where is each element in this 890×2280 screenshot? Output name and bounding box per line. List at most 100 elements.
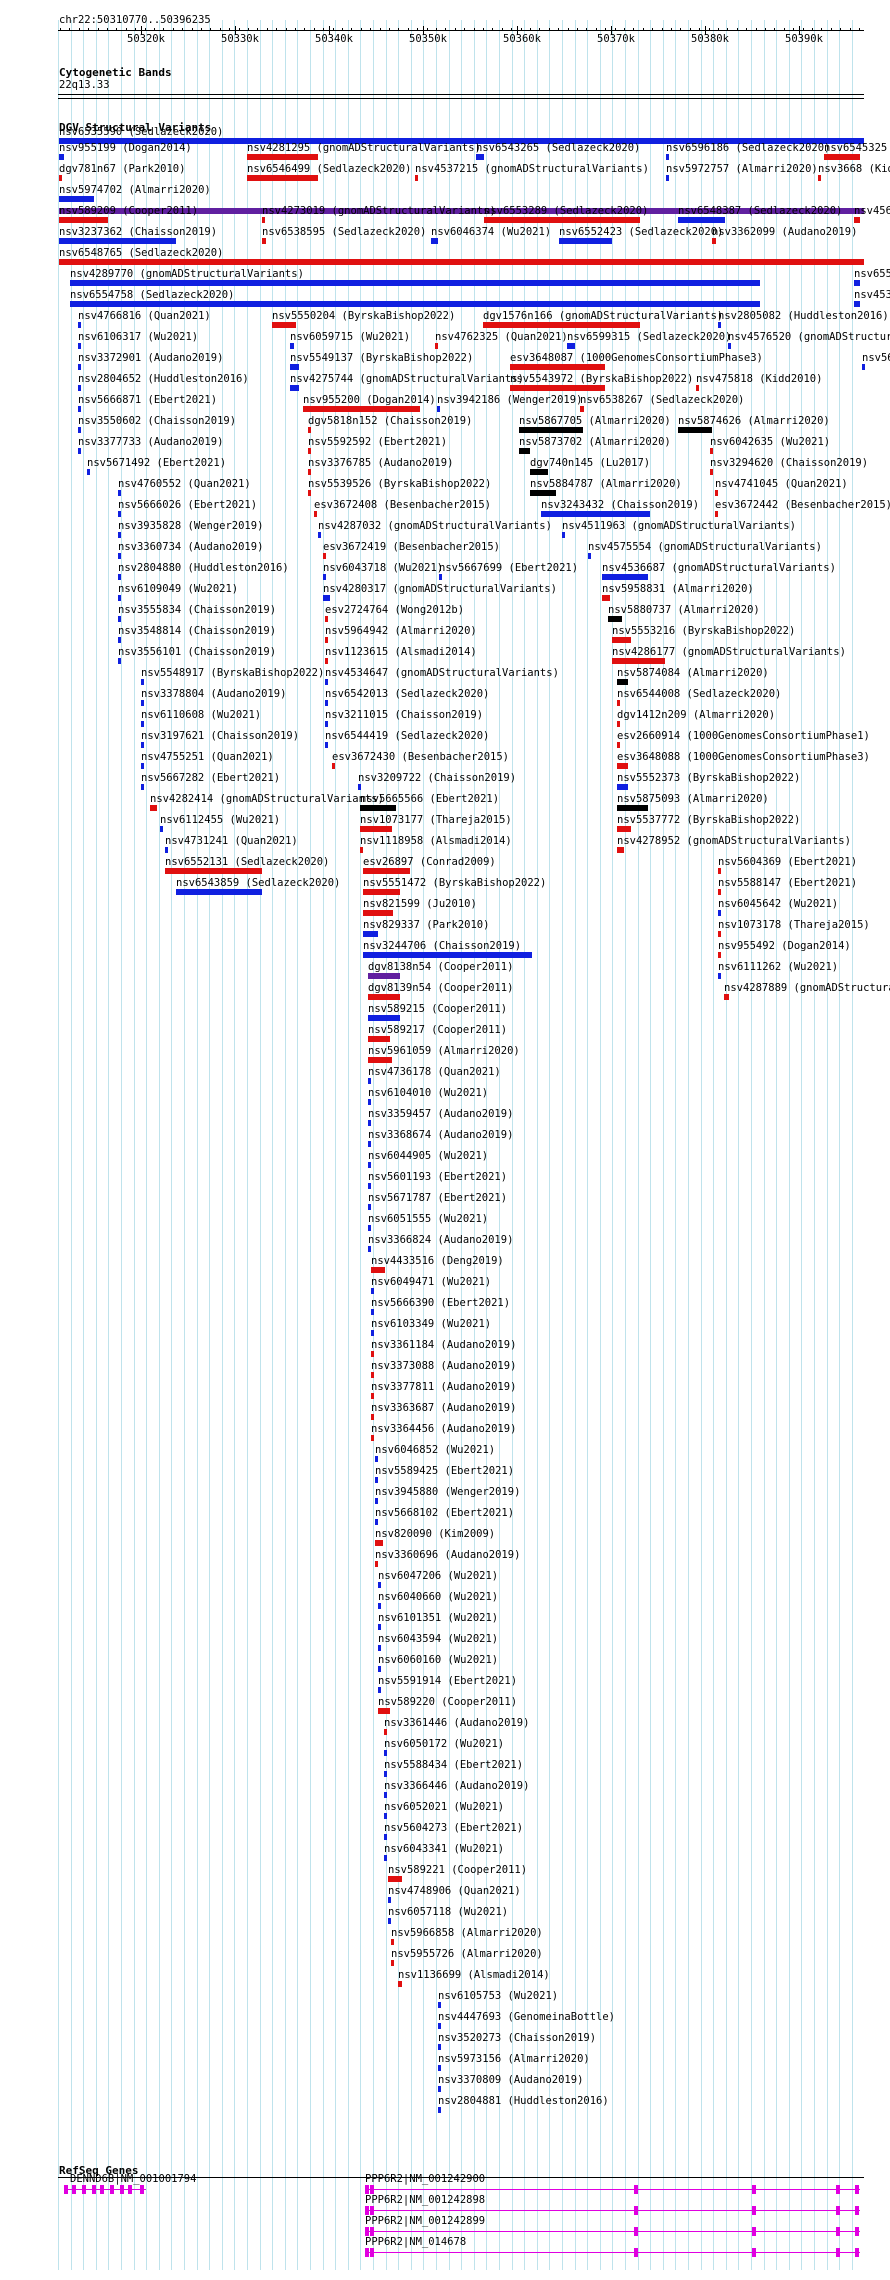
- variant-label[interactable]: nsv6052021 (Wu2021): [384, 1801, 504, 1813]
- variant-bar[interactable]: [384, 1729, 387, 1735]
- variant-label[interactable]: nsv6103349 (Wu2021): [371, 1318, 491, 1330]
- variant-label[interactable]: esv3672408 (Besenbacher2015): [314, 499, 491, 511]
- variant-bar[interactable]: [710, 448, 713, 454]
- variant-bar[interactable]: [439, 574, 442, 580]
- variant-label[interactable]: dgv781n67 (Park2010): [59, 163, 185, 175]
- variant-bar[interactable]: [150, 805, 157, 811]
- variant-label[interactable]: nsv3548814 (Chaisson2019): [118, 625, 276, 637]
- variant-label[interactable]: nsv4536687 (gnomADStructuralVariants): [602, 562, 836, 574]
- variant-bar[interactable]: [70, 280, 760, 286]
- variant-label[interactable]: nsv6112455 (Wu2021): [160, 814, 280, 826]
- variant-label[interactable]: nsv6535590 (Sedlazeck2020): [59, 126, 223, 138]
- variant-label[interactable]: nsv6105753 (Wu2021): [438, 1990, 558, 2002]
- variant-bar[interactable]: [541, 511, 650, 517]
- variant-label[interactable]: nsv456: [854, 205, 890, 217]
- variant-bar[interactable]: [78, 427, 81, 433]
- variant-label[interactable]: nsv6042635 (Wu2021): [710, 436, 830, 448]
- variant-bar[interactable]: [712, 238, 716, 244]
- variant-bar[interactable]: [323, 595, 330, 601]
- variant-label[interactable]: nsv6546499 (Sedlazeck2020): [247, 163, 411, 175]
- variant-bar[interactable]: [118, 637, 121, 643]
- variant-label[interactable]: nsv6596186 (Sedlazeck2020): [666, 142, 830, 154]
- variant-bar[interactable]: [118, 595, 121, 601]
- variant-bar[interactable]: [141, 742, 144, 748]
- variant-label[interactable]: nsv5874084 (Almarri2020): [617, 667, 769, 679]
- variant-bar[interactable]: [332, 763, 335, 769]
- variant-label[interactable]: nsv6045642 (Wu2021): [718, 898, 838, 910]
- variant-label[interactable]: nsv6046374 (Wu2021): [431, 226, 551, 238]
- variant-label[interactable]: nsv5588434 (Ebert2021): [384, 1759, 523, 1771]
- variant-label[interactable]: nsv3376785 (Audano2019): [308, 457, 453, 469]
- variant-label[interactable]: nsv2804880 (Huddleston2016): [118, 562, 289, 574]
- variant-bar[interactable]: [384, 1771, 387, 1777]
- variant-bar[interactable]: [360, 847, 363, 853]
- variant-bar[interactable]: [363, 931, 378, 937]
- variant-label[interactable]: nsv5667699 (Ebert2021): [439, 562, 578, 574]
- variant-bar[interactable]: [118, 511, 121, 517]
- variant-bar[interactable]: [118, 574, 121, 580]
- variant-bar[interactable]: [588, 553, 591, 559]
- variant-bar[interactable]: [118, 553, 121, 559]
- variant-bar[interactable]: [710, 469, 713, 475]
- variant-label[interactable]: nsv6051555 (Wu2021): [368, 1213, 488, 1225]
- variant-bar[interactable]: [718, 868, 721, 874]
- variant-label[interactable]: nsv4511963 (gnomADStructuralVariants): [562, 520, 796, 532]
- variant-bar[interactable]: [718, 322, 721, 328]
- variant-label[interactable]: nsv6040660 (Wu2021): [378, 1591, 498, 1603]
- variant-bar[interactable]: [118, 616, 121, 622]
- variant-bar[interactable]: [602, 595, 610, 601]
- variant-bar[interactable]: [678, 427, 712, 433]
- variant-label[interactable]: nsv4537215 (gnomADStructuralVariants): [415, 163, 649, 175]
- variant-label[interactable]: nsv4275744 (gnomADStructuralVariants): [290, 373, 524, 385]
- variant-label[interactable]: nsv3359457 (Audano2019): [368, 1108, 513, 1120]
- variant-bar[interactable]: [363, 889, 400, 895]
- variant-bar[interactable]: [608, 616, 622, 622]
- variant-label[interactable]: nsv3366824 (Audano2019): [368, 1234, 513, 1246]
- variant-bar[interactable]: [375, 1519, 378, 1525]
- variant-label[interactable]: nsv1123615 (Alsmadi2014): [325, 646, 477, 658]
- variant-label[interactable]: nsv6553289 (Sedlazeck2020): [484, 205, 648, 217]
- variant-bar[interactable]: [715, 511, 718, 517]
- variant-label[interactable]: nsv3209722 (Chaisson2019): [358, 772, 516, 784]
- variant-label[interactable]: nsv955200 (Dogan2014): [303, 394, 436, 406]
- variant-label[interactable]: nsv4762325 (Quan2021): [435, 331, 568, 343]
- variant-bar[interactable]: [375, 1540, 383, 1546]
- variant-bar[interactable]: [360, 826, 392, 832]
- variant-bar[interactable]: [375, 1561, 378, 1567]
- variant-bar[interactable]: [862, 364, 865, 370]
- variant-bar[interactable]: [78, 343, 81, 349]
- variant-label[interactable]: nsv5873702 (Almarri2020): [519, 436, 671, 448]
- variant-bar[interactable]: [678, 217, 725, 223]
- variant-bar[interactable]: [666, 175, 669, 181]
- variant-bar[interactable]: [262, 217, 265, 223]
- variant-label[interactable]: esv3648087 (1000GenomesConsortiumPhase3): [510, 352, 763, 364]
- variant-label[interactable]: nsv3935828 (Wenger2019): [118, 520, 263, 532]
- variant-label[interactable]: nsv3243432 (Chaisson2019): [541, 499, 699, 511]
- variant-label[interactable]: nsv3244706 (Chaisson2019): [363, 940, 521, 952]
- variant-bar[interactable]: [715, 490, 718, 496]
- variant-label[interactable]: dgv5818n152 (Chaisson2019): [308, 415, 472, 427]
- variant-bar[interactable]: [325, 679, 328, 685]
- variant-bar[interactable]: [378, 1666, 381, 1672]
- variant-label[interactable]: nsv5550204 (ByrskaBishop2022): [272, 310, 455, 322]
- variant-bar[interactable]: [724, 994, 729, 1000]
- variant-label[interactable]: nsv1073177 (Thareja2015): [360, 814, 512, 826]
- variant-bar[interactable]: [378, 1624, 381, 1630]
- variant-bar[interactable]: [384, 1750, 387, 1756]
- variant-label[interactable]: nsv5604273 (Ebert2021): [384, 1822, 523, 1834]
- variant-bar[interactable]: [141, 721, 144, 727]
- variant-label[interactable]: nsv6554758 (Sedlazeck2020): [70, 289, 234, 301]
- variant-label[interactable]: nsv829337 (Park2010): [363, 919, 489, 931]
- variant-label[interactable]: nsv6538267 (Sedlazeck2020): [580, 394, 744, 406]
- variant-bar[interactable]: [323, 553, 326, 559]
- variant-bar[interactable]: [718, 889, 721, 895]
- variant-label[interactable]: nsv6057118 (Wu2021): [388, 1906, 508, 1918]
- variant-bar[interactable]: [141, 700, 144, 706]
- variant-bar[interactable]: [612, 637, 631, 643]
- variant-bar[interactable]: [160, 826, 163, 832]
- variant-label[interactable]: nsv5591914 (Ebert2021): [378, 1675, 517, 1687]
- variant-bar[interactable]: [384, 1813, 387, 1819]
- variant-label[interactable]: nsv5880737 (Almarri2020): [608, 604, 760, 616]
- variant-bar[interactable]: [308, 448, 311, 454]
- variant-bar[interactable]: [530, 469, 548, 475]
